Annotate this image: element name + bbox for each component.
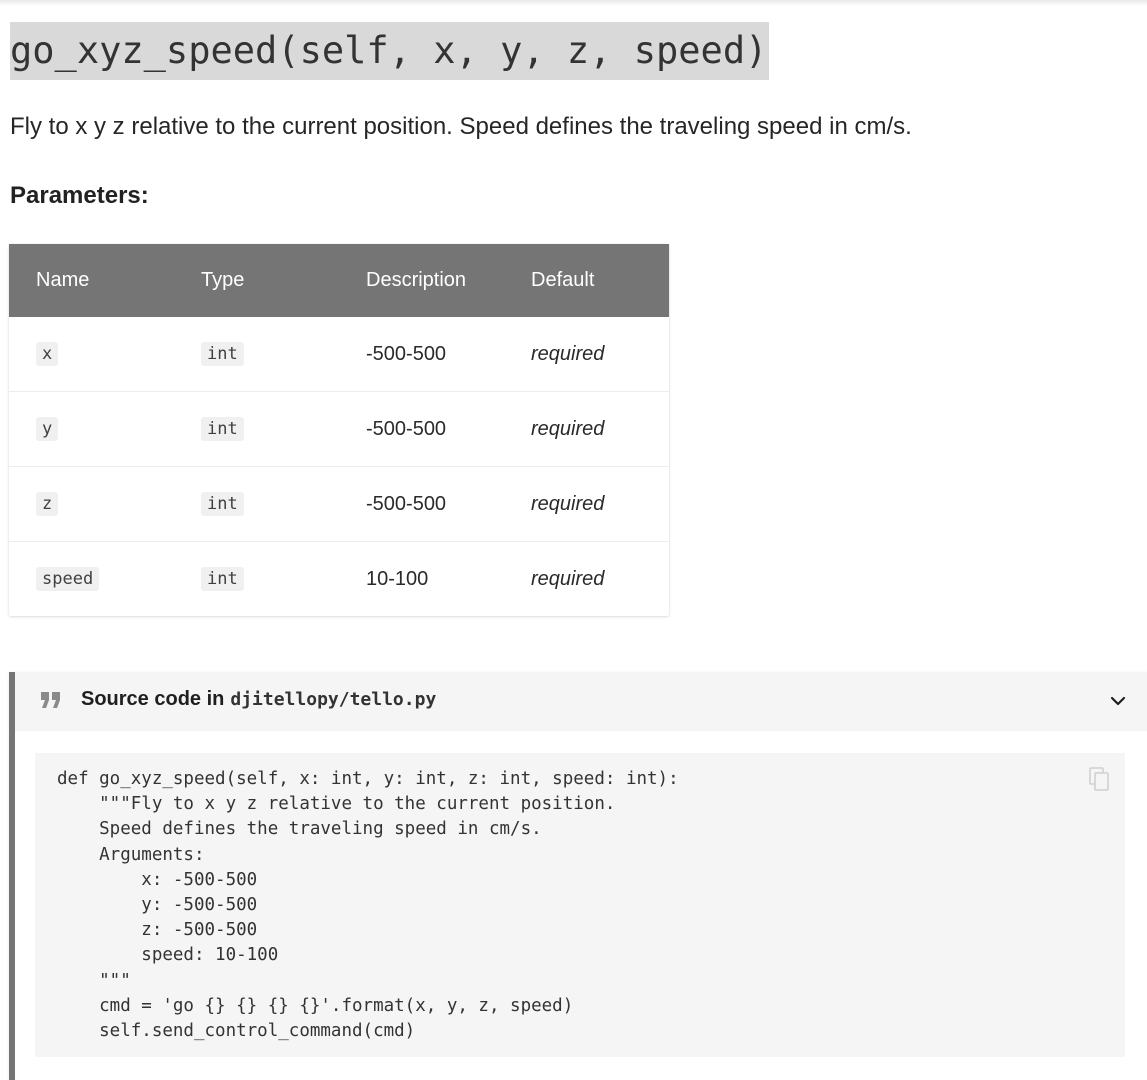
source-code-title: Source code in djitellopy/tello.py (81, 688, 436, 711)
source-file-path: djitellopy/tello.py (230, 689, 437, 710)
param-default: required (504, 391, 669, 467)
top-shadow (0, 0, 1147, 6)
parameters-heading: Parameters: (10, 182, 149, 209)
function-summary: Fly to x y z relative to the current pos… (10, 113, 912, 140)
param-name: z (36, 492, 59, 516)
source-code-label: Source code in (81, 688, 225, 710)
source-code-toggle[interactable]: Source code in djitellopy/tello.py (15, 672, 1147, 731)
column-header-name: Name (36, 269, 90, 291)
column-header-type: Type (201, 269, 245, 291)
table-header-row: Name Type Description Default (9, 244, 669, 317)
parameters-table: Name Type Description Default x int -500… (9, 244, 669, 616)
copy-icon[interactable] (1089, 767, 1109, 791)
table-row: y int -500-500 required (9, 391, 669, 467)
param-name: x (36, 342, 59, 366)
table-row: speed int 10-100 required (9, 541, 669, 616)
param-description: -500-500 (339, 466, 504, 542)
source-code-panel: Source code in djitellopy/tello.py def go… (9, 672, 1147, 1080)
param-default: required (531, 342, 605, 365)
param-default: required (504, 466, 669, 542)
table-row: x int -500-500 required (9, 317, 669, 392)
column-header-default: Default (531, 269, 595, 291)
code-block: def go_xyz_speed(self, x: int, y: int, z… (35, 753, 1125, 1057)
param-default: required (504, 541, 669, 616)
param-description: 10-100 (339, 541, 504, 616)
param-type: int (201, 492, 244, 516)
param-type: int (201, 567, 244, 591)
param-type: int (201, 417, 244, 441)
param-name: speed (36, 567, 100, 591)
param-type: int (201, 342, 244, 366)
chevron-down-icon[interactable] (1109, 692, 1127, 710)
source-code: def go_xyz_speed(self, x: int, y: int, z… (57, 769, 679, 1042)
column-header-description: Description (366, 269, 467, 291)
param-description: -500-500 (339, 391, 504, 467)
param-description: -500-500 (366, 342, 447, 365)
function-signature-heading: go_xyz_speed(self, x, y, z, speed) (10, 22, 770, 80)
table-row: z int -500-500 required (9, 466, 669, 542)
quote-icon (41, 692, 60, 708)
param-name: y (36, 417, 59, 441)
